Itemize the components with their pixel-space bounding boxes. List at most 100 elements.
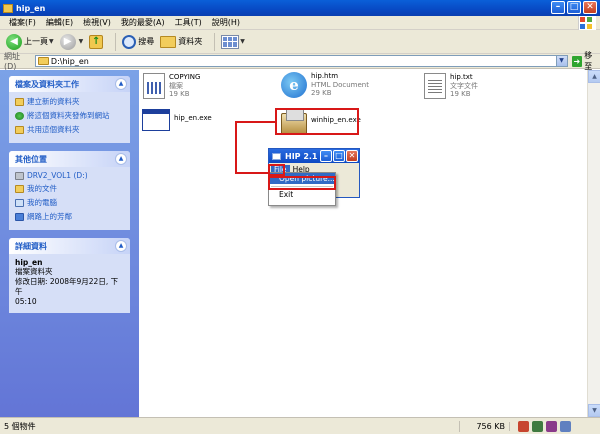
menu-bar: 檔案(F) 編輯(E) 檢視(V) 我的最愛(A) 工具(T) 說明(H) (0, 16, 600, 30)
place-my-documents[interactable]: 我的文件 (15, 183, 124, 194)
go-arrow-icon: ➜ (571, 55, 583, 67)
toolbar: ◀ 上一頁 ▼ ▶ ▼ ↑ 搜尋 資料夾 ▼ (0, 30, 600, 54)
close-button[interactable]: ✕ (346, 150, 358, 162)
status-object-count: 5 個物件 (0, 420, 460, 432)
hip-title: HIP 2.1 (285, 151, 318, 161)
title-bar: hip_en – □ ✕ (0, 0, 600, 16)
task-publish-web[interactable]: 將這個資料夾發佈到網站 (15, 110, 124, 121)
folders-icon (160, 35, 177, 48)
highlight-open-picture (268, 176, 336, 190)
maximize-button[interactable]: □ (567, 1, 581, 14)
file-item[interactable]: hip.txt 文字文件 19 KB (424, 73, 478, 99)
documents-folder-icon (15, 184, 24, 193)
place-my-computer[interactable]: 我的電腦 (15, 197, 124, 208)
address-value: D:\hip_en (50, 56, 89, 66)
back-label: 上一頁 (24, 37, 48, 46)
other-places-header[interactable]: 其他位置 ▲ (9, 151, 130, 167)
back-arrow-icon: ◀ (6, 33, 22, 50)
annotation-line (235, 121, 237, 174)
toolbar-divider (115, 32, 117, 51)
panel-title: 檔案及資料夾工作 (15, 79, 79, 89)
file-name: hip.txt (450, 73, 473, 81)
window-controls: – □ ✕ (551, 1, 597, 14)
chevron-down-icon[interactable]: ▼ (49, 38, 54, 45)
file-item[interactable]: hip_en.exe (142, 109, 212, 131)
file-size: 29 KB (311, 89, 332, 97)
detail-modified-time: 05:10 (15, 297, 37, 306)
detail-name: hip_en (15, 258, 43, 267)
folder-icon (37, 57, 49, 65)
file-item[interactable]: COPYING 檔案 19 KB (143, 73, 200, 99)
window-title: hip_en (16, 3, 46, 13)
tray-icon (518, 420, 529, 432)
address-dropdown-button[interactable]: ▼ (555, 56, 567, 66)
menu-exit[interactable]: Exit (269, 189, 335, 200)
minimize-button[interactable]: – (551, 1, 565, 14)
menu-help[interactable]: 說明(H) (207, 17, 245, 28)
minimize-button[interactable]: – (320, 150, 332, 162)
file-tasks-header[interactable]: 檔案及資料夾工作 ▲ (9, 76, 130, 92)
folders-button[interactable]: 資料夾 (160, 35, 203, 48)
search-label: 搜尋 (138, 37, 155, 46)
detail-type: 檔案資料夾 (15, 267, 53, 276)
computer-icon (15, 198, 24, 207)
menu-view[interactable]: 檢視(V) (78, 17, 116, 28)
file-type: HTML Document (311, 81, 369, 89)
file-type: 文字文件 (450, 82, 478, 90)
go-label: 移至 (584, 51, 593, 71)
status-size: 756 KB (460, 421, 510, 431)
collapse-icon[interactable]: ▲ (115, 78, 127, 90)
network-icon (15, 212, 24, 221)
menu-file[interactable]: 檔案(F) (4, 17, 41, 28)
panel-title: 詳細資料 (15, 241, 47, 251)
up-folder-button[interactable]: ↑ (89, 34, 104, 49)
views-button[interactable]: ▼ (221, 34, 245, 49)
search-button[interactable]: 搜尋 (122, 34, 155, 49)
file-type: 檔案 (169, 82, 183, 90)
annotation-line (235, 121, 276, 123)
back-button[interactable]: ◀ 上一頁 ▼ (6, 33, 54, 50)
hip-title-bar: HIP 2.1 – □ ✕ (269, 149, 359, 163)
tray-icon (546, 420, 557, 432)
chevron-down-icon[interactable]: ▼ (240, 38, 245, 45)
file-size: 19 KB (169, 90, 190, 98)
folders-label: 資料夾 (178, 37, 203, 46)
maximize-button[interactable]: □ (333, 150, 345, 162)
close-button[interactable]: ✕ (583, 1, 597, 14)
file-item[interactable]: e hip.htm HTML Document 29 KB (281, 72, 369, 98)
views-icon (221, 34, 240, 49)
window-icon (272, 152, 281, 160)
status-tray (518, 420, 571, 432)
folder-icon (3, 3, 13, 13)
highlight-file-menu (268, 164, 285, 176)
tray-icon (560, 420, 571, 432)
menu-tools[interactable]: 工具(T) (170, 17, 207, 28)
menu-edit[interactable]: 編輯(E) (41, 17, 78, 28)
menu-favorites[interactable]: 我的最愛(A) (116, 17, 170, 28)
collapse-icon[interactable]: ▲ (115, 153, 127, 165)
vertical-scrollbar[interactable]: ▲ ▼ (587, 70, 600, 417)
task-new-folder[interactable]: 建立新的資料夾 (15, 96, 124, 107)
tray-icon (532, 420, 543, 432)
task-share-folder[interactable]: 共用這個資料夾 (15, 124, 124, 135)
collapse-icon[interactable]: ▲ (115, 240, 127, 252)
scroll-down-button[interactable]: ▼ (588, 404, 600, 417)
details-header[interactable]: 詳細資料 ▲ (9, 238, 130, 254)
file-size: 19 KB (450, 90, 471, 98)
place-drive-d[interactable]: DRV2_VOL1 (D:) (15, 171, 124, 180)
details-panel: 詳細資料 ▲ hip_en 檔案資料夾 修改日期: 2008年9月22日, 下午… (9, 238, 130, 313)
up-folder-icon: ↑ (89, 34, 104, 49)
file-tasks-panel: 檔案及資料夾工作 ▲ 建立新的資料夾 將這個資料夾發佈到網站 共用這個資料夾 (9, 76, 130, 143)
text-document-icon (424, 73, 446, 99)
file-name: hip.htm (311, 72, 339, 80)
address-input[interactable]: D:\hip_en ▼ (34, 55, 568, 67)
place-network[interactable]: 網路上的芳鄰 (15, 211, 124, 222)
go-button[interactable]: ➜ 移至 (571, 50, 600, 72)
annotation-line (235, 172, 270, 174)
chevron-down-icon[interactable]: ▼ (79, 38, 84, 45)
forward-button[interactable]: ▶ ▼ (59, 33, 84, 50)
forward-arrow-icon: ▶ (59, 33, 76, 50)
scroll-up-button[interactable]: ▲ (588, 70, 600, 83)
panel-title: 其他位置 (15, 154, 47, 164)
new-folder-icon (15, 97, 24, 106)
